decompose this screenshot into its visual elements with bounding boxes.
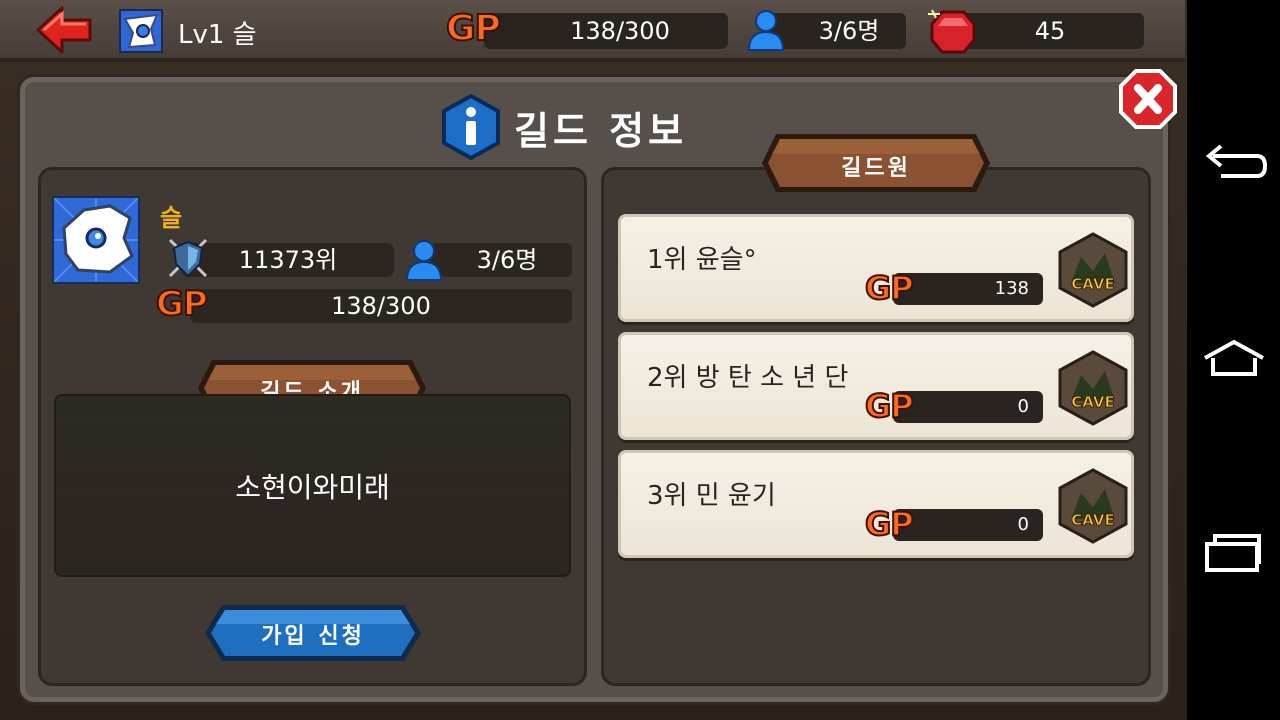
player-level-name: Lv1 슬 xyxy=(178,20,257,50)
gem-value: 45 xyxy=(1034,17,1066,45)
gem-counter: 45 xyxy=(956,13,1144,49)
guild-member-count-value: 3/6명 xyxy=(476,246,538,274)
gp-logo: GP xyxy=(864,504,915,544)
person-icon xyxy=(747,10,785,51)
member-gp-value: 138 xyxy=(893,273,1043,305)
svg-text:CAVE: CAVE xyxy=(1071,275,1114,293)
gp-value: 138/300 xyxy=(570,17,670,45)
back-arrow-icon[interactable] xyxy=(34,4,94,56)
members-label: 길드원 xyxy=(841,156,911,181)
join-request-label: 가입 신청 xyxy=(261,624,365,649)
nav-back-icon[interactable] xyxy=(1199,140,1269,190)
cave-badge-icon: CAVE xyxy=(1058,232,1128,308)
panel-title: 길드 정보 xyxy=(514,109,688,153)
cave-badge-icon: CAVE xyxy=(1058,468,1128,544)
guild-name: 슬 xyxy=(160,204,183,232)
svg-text:CAVE: CAVE xyxy=(1071,393,1114,411)
guild-intro-text: 소현이와미래 xyxy=(235,471,390,504)
android-nav-bar xyxy=(1187,0,1280,720)
top-status-bar: Lv1 슬 138/300 GP 3/6명 45 xyxy=(0,0,1185,62)
gp-logo: GP xyxy=(864,268,915,308)
guild-gp: 138/300 xyxy=(190,289,572,323)
member-gp-value: 0 xyxy=(893,509,1043,541)
info-icon xyxy=(442,94,500,160)
member-gp-value: 0 xyxy=(893,391,1043,423)
guild-gp-value: 138/300 xyxy=(331,292,431,320)
gp-logo: GP xyxy=(155,283,209,325)
player-avatar[interactable] xyxy=(119,9,163,53)
guild-rank: 11373위 xyxy=(182,243,394,277)
member-card[interactable]: 3위 민 윤기 0 GP CAVE xyxy=(618,450,1134,558)
game-screen: Lv1 슬 138/300 GP 3/6명 45 길드 정보 슬 11373위 … xyxy=(0,0,1280,720)
nav-recents-icon[interactable] xyxy=(1199,528,1269,578)
guild-emblem xyxy=(52,196,140,284)
dragon-avatar-icon xyxy=(123,13,159,49)
member-card[interactable]: 1위 윤슬° 138 GP CAVE xyxy=(618,214,1134,322)
nav-home-icon[interactable] xyxy=(1199,336,1269,386)
guild-member-count: 3/6명 xyxy=(430,243,572,277)
member-card[interactable]: 2위 방 탄 소 년 단 0 GP CAVE xyxy=(618,332,1134,440)
gp-logo: GP xyxy=(445,7,502,50)
cave-badge-icon: CAVE xyxy=(1058,350,1128,426)
gp-counter: 138/300 xyxy=(484,13,728,49)
person-icon xyxy=(405,240,443,281)
svg-text:CAVE: CAVE xyxy=(1071,511,1114,529)
ruby-gem-icon xyxy=(928,9,976,54)
gp-logo: GP xyxy=(864,386,915,426)
guild-rank-value: 11373위 xyxy=(238,246,338,274)
close-icon[interactable] xyxy=(1118,68,1178,130)
dragon-emblem-icon xyxy=(54,198,138,282)
member-name: 3위 민 윤기 xyxy=(647,481,776,511)
member-name: 1위 윤슬° xyxy=(647,245,757,275)
members-value: 3/6명 xyxy=(818,17,880,45)
members-counter: 3/6명 xyxy=(768,13,906,49)
member-name: 2위 방 탄 소 년 단 xyxy=(647,363,849,393)
shield-icon xyxy=(168,238,208,278)
